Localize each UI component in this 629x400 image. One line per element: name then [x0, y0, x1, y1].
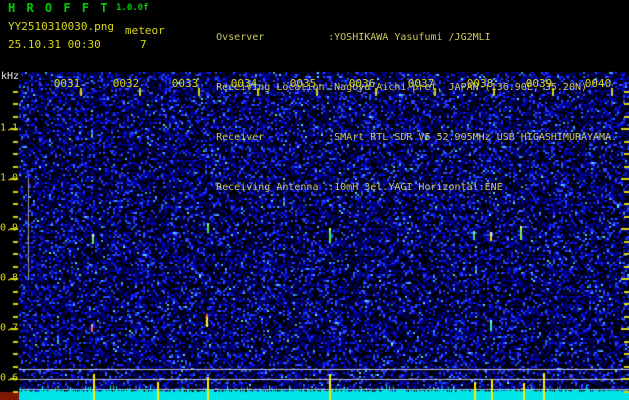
- time-tick-label: 0037: [407, 77, 435, 90]
- station-label: Receiving Antenna: [216, 182, 319, 193]
- app-version: 1.0.0f: [116, 3, 149, 13]
- time-tick-label: 0032: [112, 77, 140, 90]
- freq-tick-label: 0.7: [0, 322, 19, 334]
- time-tick-label: 0035: [289, 77, 317, 90]
- meteor-count: 7: [140, 38, 147, 51]
- freq-tick-label: 1.0: [0, 172, 19, 184]
- mode-label: meteor: [125, 24, 165, 37]
- station-row-observer: Ovserver :YOSHIKAWA Yasufumi /JG2MLI: [180, 23, 611, 53]
- station-row-antenna: Receiving Antenna :10mH 3el.YAGI Horizont…: [180, 173, 611, 203]
- app-title: H R O F F T: [8, 1, 110, 15]
- freq-tick-label: 0.9: [0, 222, 19, 234]
- hrofft-window: H R O F F T 1.0.0f YY2510310030.png mete…: [0, 0, 629, 400]
- freq-tick-label: 0.8: [0, 272, 19, 284]
- time-tick-label: 0038: [466, 77, 494, 90]
- time-tick-label: 0033: [171, 77, 199, 90]
- station-info: Ovserver :YOSHIKAWA Yasufumi /JG2MLI Rece…: [180, 3, 611, 223]
- observation-datetime: 25.10.31 00:30: [8, 38, 101, 51]
- station-label: Receiver: [216, 132, 265, 143]
- freq-axis-unit: kHz: [1, 71, 20, 82]
- station-value: :SMArt RTL-SDR V5 52.905MHz USB HIGASHIM…: [328, 132, 612, 143]
- output-filename: YY2510310030.png: [8, 20, 114, 33]
- station-value: :YOSHIKAWA Yasufumi /JG2MLI: [328, 32, 491, 43]
- time-tick-label: 0031: [53, 77, 81, 90]
- time-tick-label: 0036: [348, 77, 376, 90]
- time-tick-label: 0034: [230, 77, 258, 90]
- station-row-receiver: Receiver :SMArt RTL-SDR V5 52.905MHz USB …: [180, 123, 611, 153]
- freq-tick-label: 0.6: [0, 372, 19, 384]
- station-value: :10mH 3el.YAGI Horizontal:ENE: [328, 182, 503, 193]
- time-tick-label: 0040: [584, 77, 612, 90]
- freq-tick-label: 1.1: [0, 122, 19, 134]
- station-label: Ovserver: [216, 32, 265, 43]
- time-tick-label: 0039: [525, 77, 553, 90]
